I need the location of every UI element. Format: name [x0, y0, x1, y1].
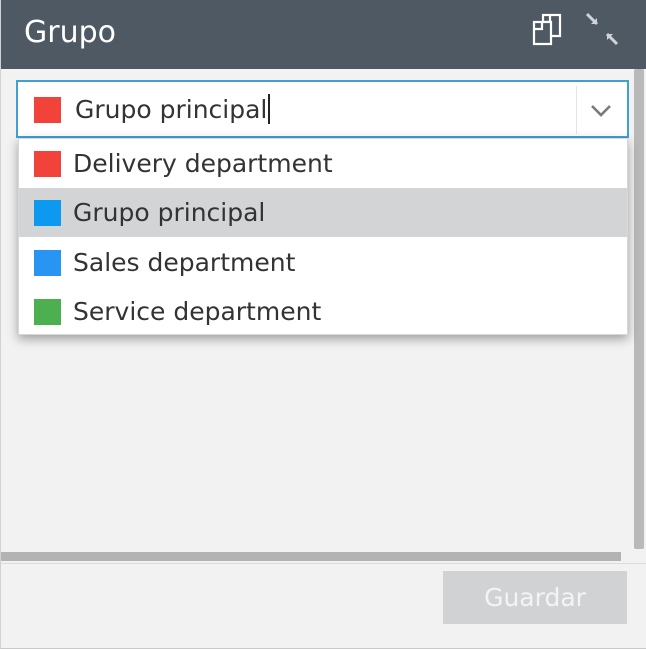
vertical-scrollbar[interactable] [634, 69, 644, 549]
save-button[interactable]: Guardar [443, 571, 627, 624]
group-color-swatch [34, 151, 61, 177]
horizontal-scrollbar[interactable] [1, 552, 621, 561]
group-option[interactable]: Grupo principal [19, 188, 627, 238]
group-color-swatch [34, 200, 61, 227]
text-caret [268, 94, 271, 124]
group-option[interactable]: Service department [19, 287, 627, 336]
chevron-down-icon[interactable] [588, 97, 614, 123]
group-dropdown-list: Delivery department Grupo principal Sales … [18, 138, 628, 335]
combobox-separator [576, 86, 577, 134]
group-option[interactable]: Delivery department [19, 139, 627, 188]
dialog-title: Grupo [24, 15, 116, 50]
group-color-swatch [34, 298, 61, 325]
group-combobox-value[interactable]: Grupo principal [75, 93, 271, 127]
group-color-swatch [34, 249, 61, 276]
restore-window-icon[interactable] [530, 12, 570, 52]
group-option-label: Grupo principal [73, 198, 266, 228]
group-option-label: Delivery department [73, 149, 333, 178]
group-dialog: Grupo Grupo principal Delivery departmen… [0, 0, 646, 649]
footer-divider [1, 563, 646, 564]
group-option-label: Service department [73, 296, 322, 326]
group-combobox[interactable]: Grupo principal [16, 80, 629, 138]
group-option[interactable]: Sales department [19, 238, 627, 287]
group-option-label: Sales department [73, 247, 296, 277]
minimize-window-icon[interactable] [583, 10, 623, 50]
dialog-header: Grupo [1, 0, 646, 69]
group-color-swatch [34, 97, 61, 123]
